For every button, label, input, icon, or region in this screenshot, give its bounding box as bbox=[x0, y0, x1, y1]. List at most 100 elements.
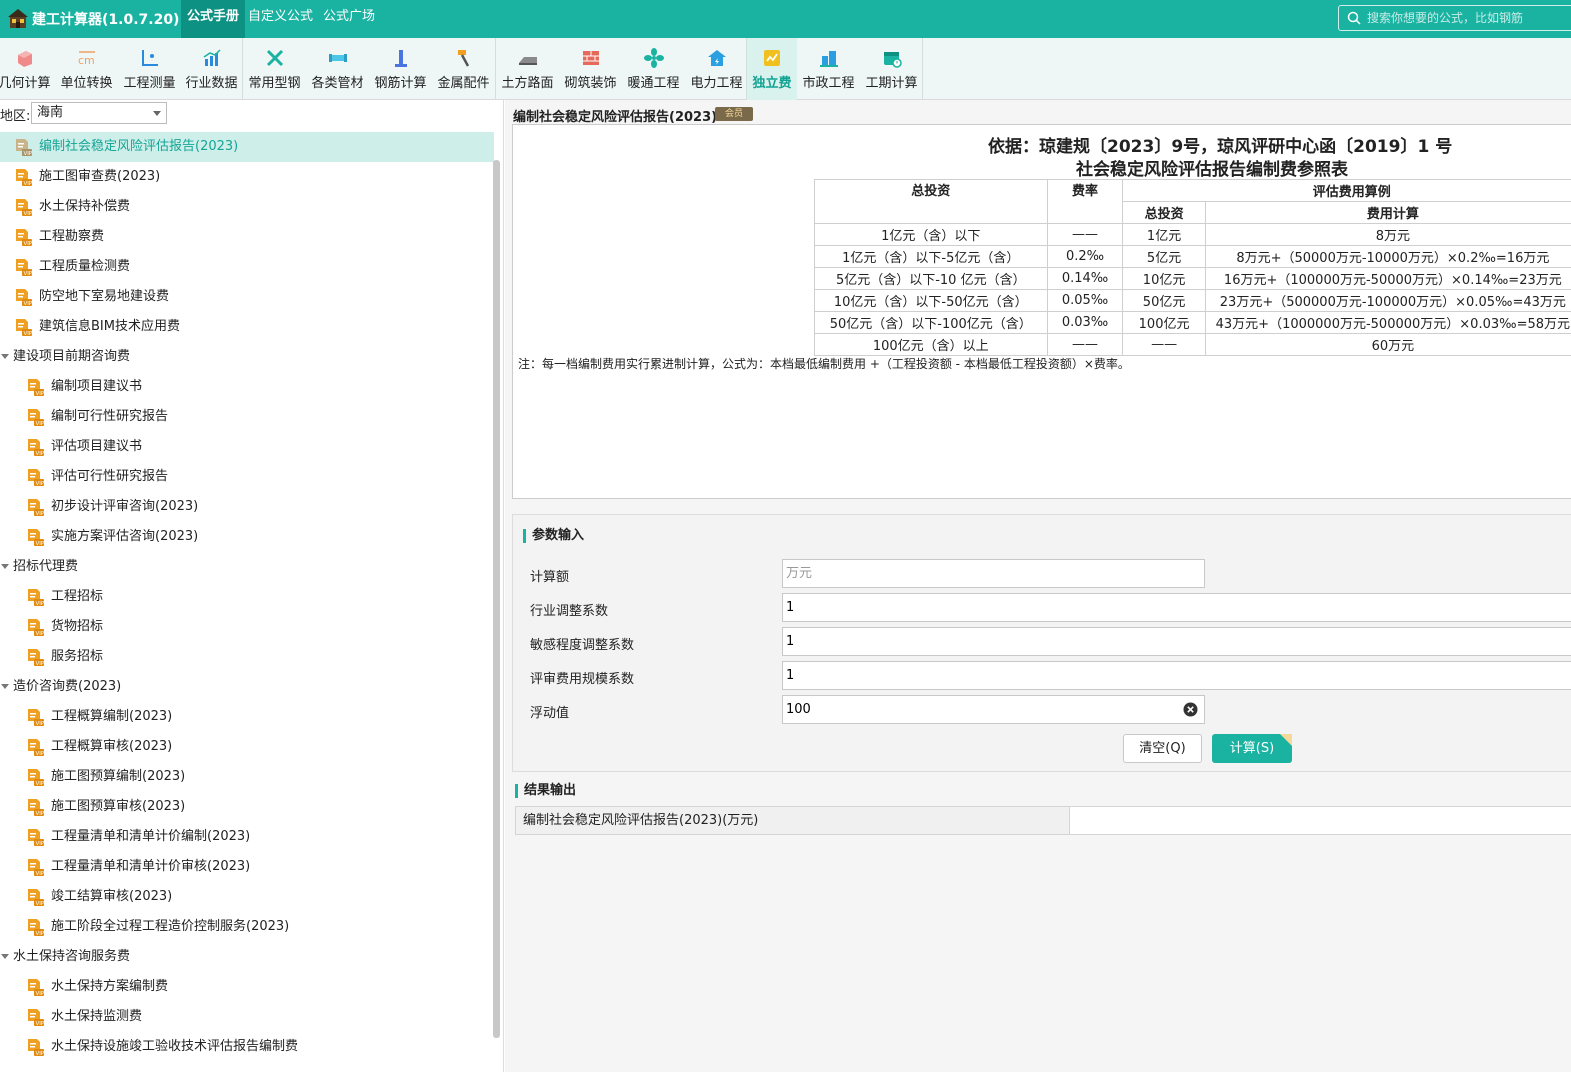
tree-item[interactable]: VIP 编制项目建议书 bbox=[0, 372, 494, 402]
power-icon bbox=[707, 50, 726, 66]
scale-coefficient-input[interactable] bbox=[782, 661, 1571, 690]
tool-unit-convert[interactable]: cm 单位转换 bbox=[55, 38, 118, 100]
tree-item[interactable]: VIP 评估项目建议书 bbox=[0, 432, 494, 462]
field-label-scale-coefficient: 评审费用规模系数 bbox=[530, 672, 635, 687]
fee-table-row: 10亿元（含）以下-50亿元（含） 0.05‰ 50亿元 23万元+（500000万元… bbox=[814, 289, 1571, 312]
tree-group[interactable]: 建设项目前期咨询费 bbox=[0, 342, 494, 372]
tree-item[interactable]: VIP 工程量清单和清单计价审核(2023) bbox=[0, 852, 494, 882]
tool-steel-section[interactable]: 常用型钢 bbox=[243, 38, 306, 100]
tree-item-label: 招标代理费 bbox=[13, 559, 79, 574]
tree-item[interactable]: VIP 编制可行性研究报告 bbox=[0, 402, 494, 432]
tool-masonry[interactable]: 砌筑装饰 bbox=[559, 38, 622, 100]
tree-item[interactable]: VIP 建筑信息BIM技术应用费 bbox=[0, 312, 494, 342]
tool-pipe[interactable]: 各类管材 bbox=[306, 38, 369, 100]
tree-group[interactable]: 招标代理费 bbox=[0, 552, 494, 582]
tree-item[interactable]: VIP 工程概算编制(2023) bbox=[0, 702, 494, 732]
tree-item-label: 工程勘察费 bbox=[39, 229, 105, 244]
tree-item[interactable]: VIP 货物招标 bbox=[0, 612, 494, 642]
float-value-input[interactable] bbox=[782, 695, 1205, 724]
tree-item[interactable]: VIP 防空地下室易地建设费 bbox=[0, 282, 494, 312]
tree-item[interactable]: VIP 实施方案评估咨询(2023) bbox=[0, 522, 494, 552]
svg-text:VIP: VIP bbox=[36, 721, 45, 727]
tree-item[interactable]: VIP 水土保持设施竣工验收技术评估报告编制费 bbox=[0, 1032, 494, 1062]
caret-down-icon[interactable] bbox=[1, 954, 9, 959]
tree-item[interactable]: VIP 工程质量检测费 bbox=[0, 252, 494, 282]
tree-item-label: 水土保持设施竣工验收技术评估报告编制费 bbox=[51, 1039, 299, 1054]
tool-power[interactable]: 电力工程 bbox=[685, 38, 748, 100]
tab-custom-formula[interactable]: 自定义公式 bbox=[242, 0, 319, 38]
tool-metal-fitting[interactable]: 金属配件 bbox=[432, 38, 495, 100]
fee-table-cell-rate: —— bbox=[1046, 333, 1124, 356]
steel-section-icon bbox=[266, 49, 283, 67]
tree-item-label: 货物招标 bbox=[51, 619, 104, 634]
caret-down-icon[interactable] bbox=[1, 684, 9, 689]
tab-formula-manual[interactable]: 公式手册 bbox=[181, 0, 246, 38]
unit-convert-icon: cm bbox=[78, 51, 95, 67]
vip-formula-icon: VIP bbox=[28, 469, 44, 487]
vip-formula-icon: VIP bbox=[28, 829, 44, 847]
vip-formula-icon: VIP bbox=[16, 229, 33, 247]
search-input[interactable] bbox=[1367, 8, 1571, 28]
header-total-investment: 总投资 bbox=[814, 179, 1048, 224]
title-bar: 建工计算器(1.0.7.20) 公式手册 自定义公式 公式广场 bbox=[0, 0, 1571, 38]
tree-item[interactable]: VIP 服务招标 bbox=[0, 642, 494, 672]
tool-hvac[interactable]: 暖通工程 bbox=[622, 38, 685, 100]
tool-earthwork[interactable]: 土方路面 bbox=[496, 38, 559, 100]
app-title: 建工计算器(1.0.7.20) bbox=[32, 12, 180, 28]
vip-formula-icon: VIP bbox=[28, 799, 44, 817]
tree-item-label: 评估项目建议书 bbox=[51, 439, 143, 454]
tree-group[interactable]: 造价咨询费(2023) bbox=[0, 672, 494, 702]
tree-item[interactable]: VIP 竣工结算审核(2023) bbox=[0, 882, 494, 912]
caret-down-icon[interactable] bbox=[1, 354, 9, 359]
search-icon bbox=[1347, 11, 1361, 25]
tool-municipal[interactable]: 市政工程 bbox=[797, 38, 860, 100]
clear-button[interactable]: 清空(Q) bbox=[1123, 734, 1202, 763]
tree-item[interactable]: VIP 水土保持补偿费 bbox=[0, 192, 494, 222]
tree-item[interactable]: VIP 评估可行性研究报告 bbox=[0, 462, 494, 492]
industry-coefficient-input[interactable] bbox=[782, 593, 1571, 622]
vip-formula-icon: VIP bbox=[28, 649, 44, 667]
region-select[interactable]: 海南 bbox=[31, 102, 167, 124]
tree-item[interactable]: VIP 施工阶段全过程工程造价控制服务(2023) bbox=[0, 912, 494, 942]
tab-formula-square[interactable]: 公式广场 bbox=[317, 0, 381, 38]
tree-item-label: 水土保持监测费 bbox=[51, 1009, 143, 1024]
tree-item[interactable]: VIP 工程勘察费 bbox=[0, 222, 494, 252]
tree-item[interactable]: VIP 编制社会稳定风险评估报告(2023) bbox=[0, 132, 494, 162]
vip-formula-icon: VIP bbox=[16, 259, 32, 277]
tree-item[interactable]: VIP 工程概算审核(2023) bbox=[0, 732, 494, 762]
calculate-button-label: 计算(S) bbox=[1229, 741, 1275, 756]
vip-formula-icon: VIP bbox=[28, 1009, 44, 1027]
tree-item[interactable]: VIP 初步设计评审咨询(2023) bbox=[0, 492, 494, 522]
calc-amount-input[interactable] bbox=[782, 559, 1205, 588]
tree-item[interactable]: VIP 水土保持监测费 bbox=[0, 1002, 494, 1032]
rebar-icon bbox=[394, 50, 407, 67]
tree-scrollbar[interactable] bbox=[493, 160, 500, 1038]
tool-geometry[interactable]: 几何计算 bbox=[0, 38, 56, 100]
search-box[interactable] bbox=[1338, 5, 1571, 31]
header-rate: 费率 bbox=[1046, 179, 1124, 224]
tree-group[interactable]: 水土保持咨询服务费 bbox=[0, 942, 494, 972]
tool-industry-data[interactable]: 行业数据 bbox=[180, 38, 243, 100]
tool-schedule[interactable]: 工期计算 bbox=[860, 38, 923, 100]
field-label-float-value: 浮动值 bbox=[530, 706, 570, 721]
tree-item[interactable]: VIP 水土保持方案编制费 bbox=[0, 972, 494, 1002]
calculate-button[interactable]: 计算(S) bbox=[1212, 734, 1292, 763]
clear-field-icon[interactable] bbox=[1183, 702, 1198, 717]
result-section-title: 结果输出 bbox=[515, 784, 576, 798]
sensitivity-coefficient-input[interactable] bbox=[782, 627, 1571, 656]
tree-item[interactable]: VIP 施工图预算审核(2023) bbox=[0, 792, 494, 822]
svg-text:VIP: VIP bbox=[36, 421, 45, 427]
vip-corner-icon bbox=[1280, 734, 1292, 746]
fee-table-cell-calc: 8万元+（50000万元-10000万元）×0.2‰=16万元 bbox=[1204, 245, 1571, 268]
tool-rebar[interactable]: 钢筋计算 bbox=[369, 38, 432, 100]
tree-item[interactable]: VIP 工程招标 bbox=[0, 582, 494, 612]
caret-down-icon[interactable] bbox=[1, 564, 9, 569]
svg-text:VIP: VIP bbox=[24, 241, 33, 247]
tool-independent-fee[interactable]: 独立费 bbox=[747, 38, 797, 100]
fee-table-cell-rate: 0.14‰ bbox=[1046, 267, 1124, 290]
field-label-industry-coefficient: 行业调整系数 bbox=[530, 604, 609, 619]
tree-item[interactable]: VIP 施工图审查费(2023) bbox=[0, 162, 494, 192]
tree-item[interactable]: VIP 施工图预算编制(2023) bbox=[0, 762, 494, 792]
tree-item[interactable]: VIP 工程量清单和清单计价编制(2023) bbox=[0, 822, 494, 852]
tool-survey[interactable]: 工程测量 bbox=[118, 38, 181, 100]
